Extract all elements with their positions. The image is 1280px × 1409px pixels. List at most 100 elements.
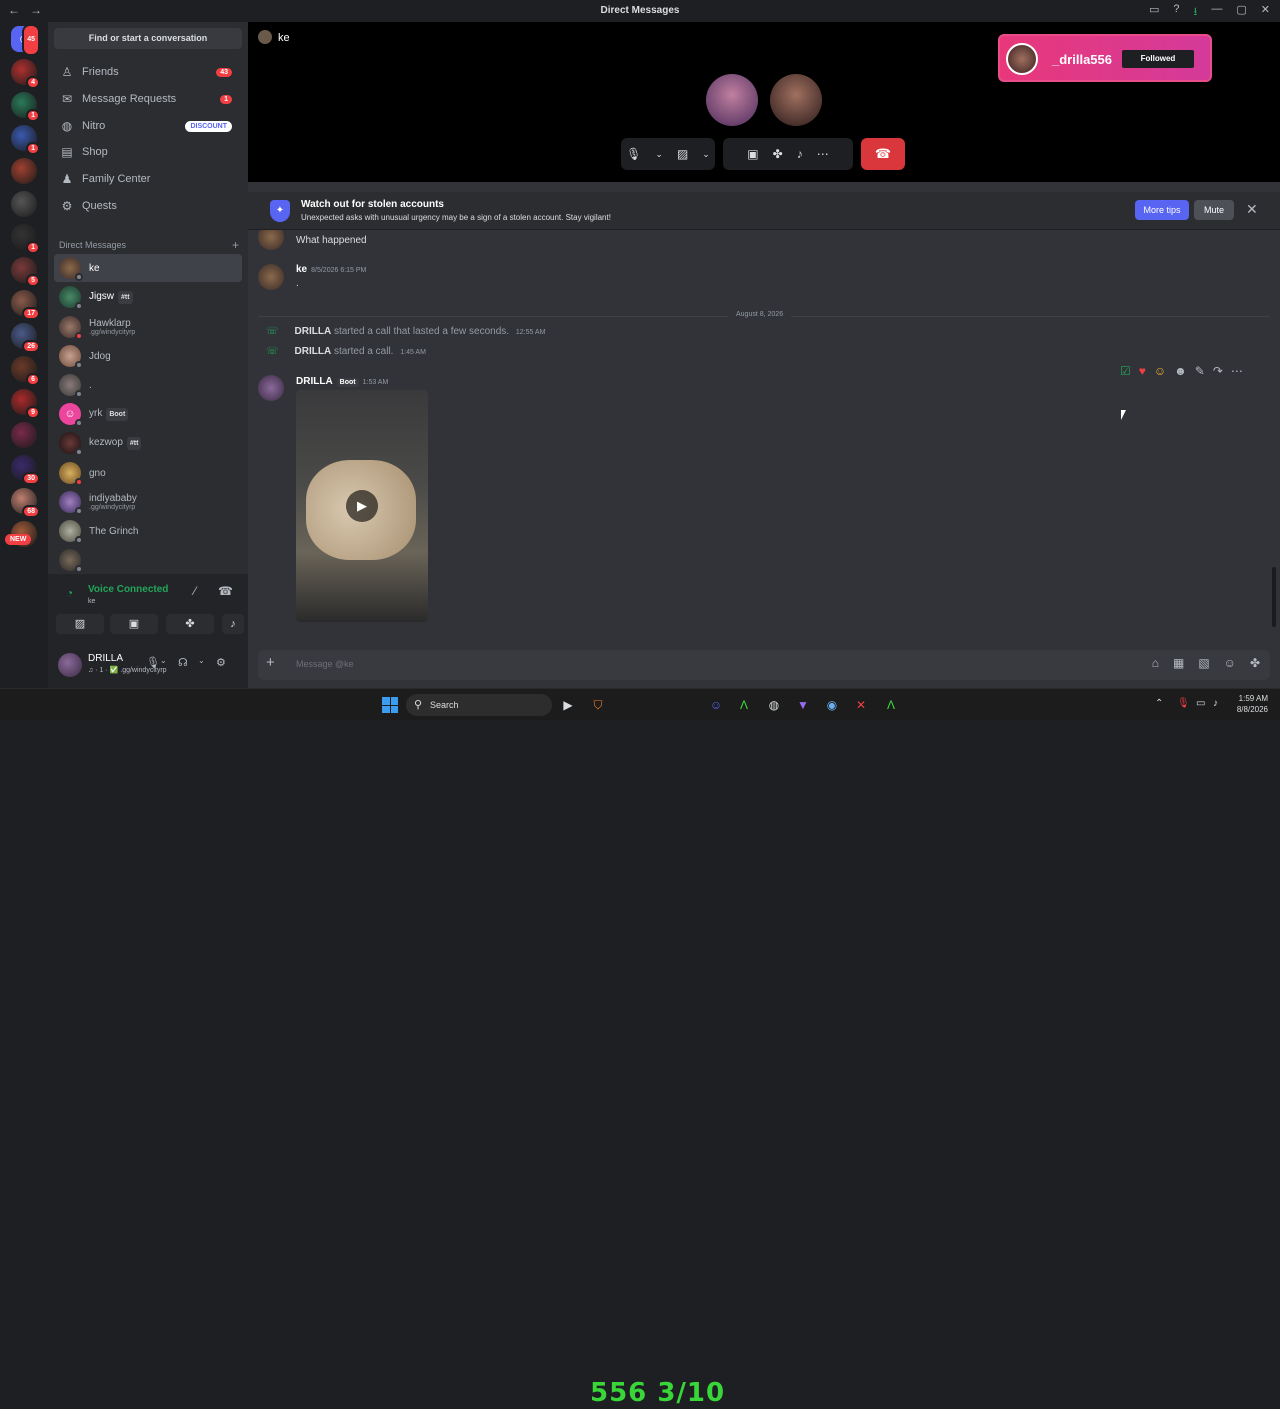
server-icon[interactable]: 1 [11,125,40,155]
close-icon[interactable]: ✕ [1246,201,1258,218]
dm-item-indiyababy[interactable]: indiyababy .gg/windycityrp [54,488,242,516]
server-icon[interactable] [11,422,37,448]
help-icon[interactable]: ? [1173,3,1179,22]
apps-icon[interactable]: ✤ [1250,656,1260,670]
upload-plus-icon[interactable]: + [266,654,275,671]
nav-friends[interactable]: ♙ Friends 43 [54,60,242,84]
close-window-icon[interactable]: ✕ [1261,3,1270,22]
dm-item-dot[interactable]: . [54,371,242,399]
gift-icon[interactable]: ⌂ [1152,656,1159,670]
author-name[interactable]: ke [296,264,307,275]
nav-message-requests[interactable]: ✉ Message Requests 1 [54,87,242,111]
more-options-icon[interactable]: ⋯ [817,147,829,161]
chevron-down-icon[interactable]: ⌄ [655,149,663,160]
volume-icon[interactable]: ♪ [1213,698,1218,709]
server-icon[interactable]: 5 [11,257,40,287]
soundboard-icon[interactable]: ♪ [797,147,803,161]
soundboard-button[interactable]: ♪ [222,614,244,634]
laugh-reaction-icon[interactable]: ☺ [1154,364,1166,378]
dm-item-jdog[interactable]: Jdog [54,342,242,370]
dm-item-kezwop[interactable]: kezwop #tt [54,429,242,457]
maximize-icon[interactable]: ▢ [1236,3,1246,22]
call-participant-avatar[interactable] [770,74,822,126]
app-a2-icon[interactable]: Λ [883,697,899,713]
video-app-icon[interactable]: ▶ [560,697,576,713]
more-options-icon[interactable]: ⋯ [1231,364,1243,378]
nav-nitro[interactable]: ◍ Nitro DISCOUNT [54,114,242,138]
discord-icon[interactable]: ☺ [708,697,724,713]
dm-item-hawklarp[interactable]: Hawklarp .gg/windycityrp [54,313,242,341]
activities-button[interactable]: ✤ [166,614,214,634]
dm-item-ke[interactable]: ke [54,254,242,282]
find-conversation-button[interactable]: Find or start a conversation [54,28,242,49]
screen-share-button[interactable]: ▣ [110,614,158,634]
author-name[interactable]: DRILLA [295,326,332,337]
mic-tray-icon[interactable]: 🎙 [1177,698,1190,709]
app-x-icon[interactable]: ✕ [853,697,869,713]
mic-options-icon[interactable]: ⌄ [160,656,167,665]
activities-icon[interactable]: ✤ [773,147,783,161]
check-reaction-icon[interactable]: ☑ [1120,364,1131,378]
avatar[interactable] [258,230,284,250]
chevron-up-icon[interactable]: ⌃ [1155,698,1163,709]
play-icon[interactable]: ▶ [346,490,378,522]
emoji-icon[interactable]: ☺ [1224,656,1236,670]
edit-icon[interactable]: ✎ [1195,364,1205,378]
more-tips-button[interactable]: More tips [1135,200,1189,220]
sticker-icon[interactable]: ▧ [1198,656,1209,670]
steam-icon[interactable]: ◉ [824,697,840,713]
server-icon[interactable]: 26 [11,323,40,353]
server-icon[interactable]: 6 [11,356,40,386]
heart-reaction-icon[interactable]: ♥ [1139,364,1146,378]
video-attachment[interactable]: ▶ [296,390,428,622]
download-icon[interactable]: ⭳ [1194,3,1198,22]
home-dm-button[interactable]: ☺45 [11,24,40,56]
dm-item-the-grinch[interactable]: The Grinch [54,517,242,545]
app-circle-icon[interactable]: ◍ [766,697,782,713]
dm-item-yrk[interactable]: ☺ yrk Boot [54,400,242,428]
author-name[interactable]: DRILLA [296,376,333,387]
microphone-icon[interactable]: 🎙 [626,147,641,161]
camera-off-icon[interactable]: ▨ [677,147,688,161]
app-a-icon[interactable]: Λ [736,697,752,713]
user-name[interactable]: DRILLA [88,653,123,664]
taskbar-search[interactable]: ⚲ Search [406,694,552,716]
scrollbar[interactable] [1272,567,1276,627]
disconnect-icon[interactable]: ☎ [218,584,233,598]
microphone-icon[interactable]: 🎙 [146,656,160,669]
screen-share-icon[interactable]: ▣ [747,147,758,161]
chevron-down-icon[interactable]: ⌄ [702,149,710,160]
minimize-icon[interactable]: — [1211,3,1222,22]
headphones-icon[interactable]: ☊ [178,656,188,669]
dm-item-gno[interactable]: gno [54,459,242,487]
new-servers-badge[interactable]: NEW [5,534,32,545]
avatar[interactable] [258,375,284,401]
server-icon[interactable] [11,158,37,184]
dm-item-unnamed[interactable] [54,546,242,574]
server-icon[interactable] [11,191,37,217]
call-participant-avatar[interactable] [706,74,758,126]
server-icon[interactable]: 1 [11,92,40,122]
windows-start-icon[interactable] [382,697,398,713]
app-triangle-icon[interactable]: ▼ [795,697,811,713]
add-reaction-icon[interactable]: ☻ [1174,364,1187,378]
settings-gear-icon[interactable]: ⚙ [216,656,226,669]
voice-channel[interactable]: ke [88,598,95,605]
mute-button[interactable]: Mute [1194,200,1234,220]
noise-suppression-icon[interactable]: ⁄ [194,584,196,598]
server-icon[interactable]: 9 [11,389,40,419]
avatar[interactable] [258,264,284,290]
forward-icon[interactable]: ↷ [1213,364,1223,378]
camera-off-button[interactable]: ▨ [56,614,104,634]
audio-options-icon[interactable]: ⌄ [198,656,205,665]
gif-icon[interactable]: ▦ [1173,656,1184,670]
network-icon[interactable]: ▭ [1196,698,1205,709]
server-icon[interactable]: 30 [11,455,40,485]
nav-shop[interactable]: ▤ Shop [54,140,242,164]
inbox-icon[interactable]: ▭ [1149,3,1159,22]
nav-family-center[interactable]: ♟ Family Center [54,167,242,191]
disconnect-call-button[interactable]: ☎ [861,138,905,170]
server-icon[interactable]: 1 [11,224,40,254]
server-icon[interactable]: 4 [11,59,40,89]
nav-quests[interactable]: ⚙ Quests [54,194,242,218]
